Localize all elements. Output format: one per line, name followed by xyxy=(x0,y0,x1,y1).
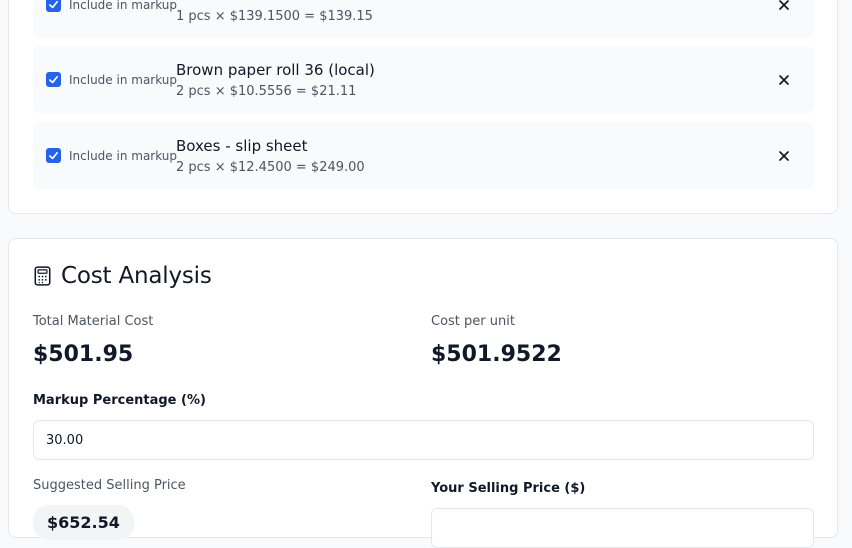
close-icon xyxy=(779,151,789,161)
cost-per-unit-value: $501.9522 xyxy=(431,342,562,367)
check-icon xyxy=(49,75,58,84)
material-name: Brown paper roll 36 (local) xyxy=(176,61,375,79)
cost-analysis-header: Cost Analysis xyxy=(33,263,212,289)
markup-percentage-input[interactable] xyxy=(33,420,814,460)
section-title: Cost Analysis xyxy=(61,263,212,289)
material-calculation: 1 pcs × $139.1500 = $139.15 xyxy=(176,9,373,24)
your-selling-price-label: Your Selling Price ($) xyxy=(431,481,586,496)
materials-card: Include in markup 1 pcs × $139.1500 = $1… xyxy=(8,0,838,214)
include-in-markup-checkbox[interactable] xyxy=(46,0,61,12)
calculator-icon xyxy=(34,266,51,286)
total-material-cost-value: $501.95 xyxy=(33,342,134,367)
material-calculation: 2 pcs × $10.5556 = $21.11 xyxy=(176,84,357,99)
remove-material-button[interactable] xyxy=(776,148,792,164)
remove-material-button[interactable] xyxy=(776,0,792,13)
your-selling-price-input[interactable] xyxy=(431,508,814,548)
include-in-markup-label: Include in markup xyxy=(69,0,178,12)
material-name: Boxes - slip sheet xyxy=(176,137,308,155)
suggested-selling-price-label: Suggested Selling Price xyxy=(33,478,186,493)
include-in-markup-checkbox[interactable] xyxy=(46,148,61,163)
cost-analysis-card: Cost Analysis Total Material Cost $501.9… xyxy=(8,238,838,548)
material-item: Include in markup Brown paper roll 36 (l… xyxy=(33,46,814,113)
close-icon xyxy=(779,0,789,10)
markup-percentage-label: Markup Percentage (%) xyxy=(33,393,206,408)
check-icon xyxy=(49,0,58,9)
include-in-markup-label: Include in markup xyxy=(69,149,178,163)
close-icon xyxy=(779,75,789,85)
total-material-cost-label: Total Material Cost xyxy=(33,314,154,329)
material-calculation: 2 pcs × $12.4500 = $249.00 xyxy=(176,160,365,175)
material-item: Include in markup Boxes - slip sheet 2 p… xyxy=(33,122,814,189)
cost-per-unit-label: Cost per unit xyxy=(431,314,515,329)
include-in-markup-label: Include in markup xyxy=(69,73,178,87)
check-icon xyxy=(49,151,58,160)
include-in-markup-checkbox[interactable] xyxy=(46,72,61,87)
material-item: Include in markup 1 pcs × $139.1500 = $1… xyxy=(33,0,814,38)
remove-material-button[interactable] xyxy=(776,72,792,88)
suggested-selling-price-value: $652.54 xyxy=(33,505,134,540)
